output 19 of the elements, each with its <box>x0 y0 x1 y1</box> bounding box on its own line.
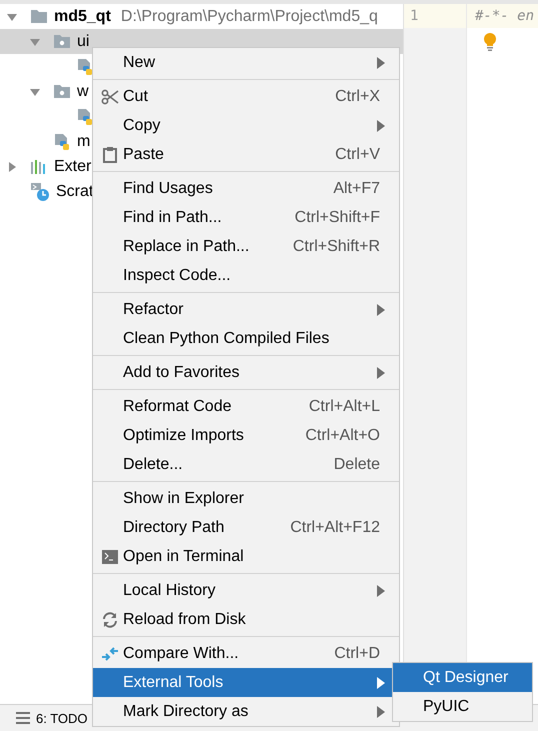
shortcut-label: Ctrl+Alt+F12 <box>290 518 380 536</box>
tree-label: ui <box>77 32 90 50</box>
tree-label: md5_qt <box>54 8 111 26</box>
shortcut-label: Alt+F7 <box>333 180 380 198</box>
shortcut-label: Ctrl+Alt+O <box>305 426 380 444</box>
shortcut-label: Ctrl+V <box>335 146 380 164</box>
shortcut-label: Ctrl+Alt+L <box>308 398 380 416</box>
shortcut-label: Ctrl+D <box>334 644 380 662</box>
code-line: #-*- en <box>475 8 534 24</box>
tree-label: m <box>77 132 90 150</box>
shortcut-label: Ctrl+X <box>335 88 380 106</box>
shortcut-label: Ctrl+Shift+F <box>294 208 380 226</box>
shortcut-label: Ctrl+Shift+R <box>292 238 380 256</box>
tree-label: Exter <box>54 158 92 176</box>
tree-label: w <box>77 82 89 100</box>
project-path: D:\Program\Pycharm\Project\md5_q <box>120 8 378 26</box>
tree-label: Scrat <box>56 182 94 200</box>
shortcut-label: Delete <box>334 456 380 474</box>
line-number: 1 <box>410 8 418 24</box>
